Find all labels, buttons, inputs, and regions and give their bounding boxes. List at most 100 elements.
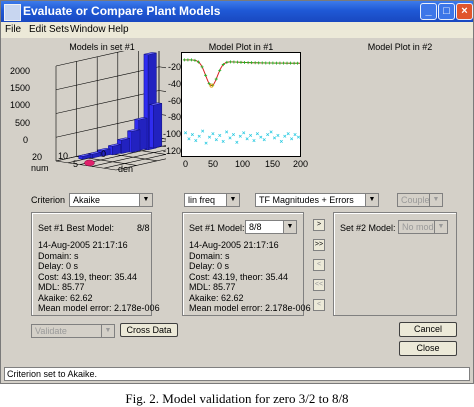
- move-left-button[interactable]: <: [313, 299, 325, 311]
- chevron-down-icon: ▼: [283, 221, 296, 233]
- status-bar: Criterion set to Akaike.: [4, 367, 470, 381]
- model-mean-error: Mean model error: 2.178e-006: [38, 303, 160, 313]
- error-point: [190, 132, 194, 137]
- error-point: [197, 134, 201, 138]
- model-date: 14-Aug-2005 21:17:16: [38, 240, 128, 250]
- title-bar: Evaluate or Compare Plant Models _ □ ×: [1, 1, 473, 22]
- data-point: [281, 61, 285, 65]
- data-point: [225, 60, 229, 64]
- menu-file[interactable]: File: [5, 24, 21, 35]
- plot2-area: [181, 52, 301, 157]
- best-model-details: 14-Aug-2005 21:17:16 Domain: s Delay: 0 …: [38, 240, 160, 314]
- copy-all-right-button[interactable]: >>: [313, 239, 325, 251]
- error-point: [225, 130, 229, 134]
- error-point: [286, 132, 290, 136]
- menu-bar: File Edit Sets Window Help: [1, 22, 473, 38]
- data-point: [253, 61, 257, 65]
- plot1-ztick: 1500: [10, 83, 31, 93]
- plot2-ytick: -20: [168, 62, 182, 72]
- chevron-down-icon: ▼: [365, 194, 378, 206]
- plot1-ztick: 2000: [10, 66, 31, 76]
- best-model-marker: [84, 159, 95, 167]
- error-point: [221, 139, 225, 143]
- minimize-button[interactable]: _: [420, 3, 437, 20]
- validate-dropdown[interactable]: Validate ▼: [31, 324, 115, 338]
- set1-model-dropdown[interactable]: 8/8 ▼: [245, 220, 297, 234]
- bar-front: [149, 104, 154, 149]
- error-point: [231, 132, 235, 137]
- plot1-xtick: 20: [32, 152, 43, 162]
- plot2-xtick: 100: [235, 159, 251, 169]
- data-point: [182, 58, 186, 62]
- set2-model-dropdown[interactable]: No model ▼: [398, 220, 448, 234]
- error-point: [204, 141, 208, 145]
- copy-left-button[interactable]: <: [313, 259, 325, 271]
- data-point: [264, 61, 268, 65]
- set2-model-header: Set #2 Model:: [340, 223, 396, 233]
- grid-line: [55, 42, 160, 67]
- model-cost: Cost: 43.19, theor: 35.44: [38, 271, 138, 282]
- menu-help[interactable]: Help: [108, 24, 129, 35]
- plot2-svg: [182, 58, 301, 145]
- error-point: [249, 133, 253, 137]
- close-icon: ×: [461, 5, 468, 17]
- error-point: [183, 131, 188, 135]
- plot2-ytick: -40: [168, 79, 182, 89]
- freq-dropdown[interactable]: lin freq ▼: [184, 193, 240, 207]
- error-point: [283, 134, 287, 138]
- data-point: [296, 61, 300, 65]
- criterion-value: Akaike: [73, 195, 101, 205]
- error-point: [201, 129, 205, 133]
- best-model-panel: Set #1 Best Model: 8/8 14-Aug-2005 21:17…: [31, 212, 160, 316]
- figure-caption: Fig. 2. Model validation for zero 3/2 to…: [125, 391, 349, 406]
- chevron-down-icon: ▼: [226, 194, 239, 206]
- data-point: [243, 60, 247, 64]
- menu-window[interactable]: Window: [70, 24, 106, 35]
- grid-line: [158, 90, 220, 100]
- maximize-button[interactable]: □: [438, 3, 455, 20]
- validate-value: Validate: [35, 326, 67, 336]
- error-point: [266, 132, 270, 137]
- copy-right-button[interactable]: >: [313, 219, 325, 231]
- set1-model-details: 14-Aug-2005 21:17:16 Domain: s Delay: 0 …: [189, 240, 311, 314]
- close-button[interactable]: Close: [399, 341, 457, 356]
- error-point: [293, 132, 297, 137]
- plot1-xtick: 10: [58, 151, 69, 161]
- error-point: [207, 135, 212, 139]
- data-point: [193, 58, 197, 62]
- data-point: [246, 61, 250, 65]
- menu-edit-sets[interactable]: Edit Sets: [29, 24, 69, 35]
- cancel-button[interactable]: Cancel: [399, 322, 457, 337]
- model-akaike: Akaike: 62.62: [189, 292, 244, 303]
- data-point: [239, 60, 243, 64]
- plot1-xtick: 5: [73, 159, 79, 169]
- error-point: [272, 136, 277, 140]
- display-dropdown[interactable]: TF Magnitudes + Errors ▼: [255, 193, 379, 207]
- coupled-dropdown[interactable]: Coupled ▼: [397, 193, 443, 207]
- grid-line: [55, 90, 160, 114]
- data-point: [214, 77, 218, 81]
- plot1-xlabel: num: [31, 163, 49, 173]
- grid-line: [55, 66, 160, 91]
- data-point: [189, 58, 193, 62]
- data-point: [271, 61, 275, 65]
- data-point: [204, 73, 208, 77]
- app-window: Evaluate or Compare Plant Models _ □ × F…: [0, 0, 474, 384]
- cross-data-button[interactable]: Cross Data: [120, 323, 178, 337]
- close-window-button[interactable]: ×: [456, 3, 473, 20]
- criterion-dropdown[interactable]: Akaike ▼: [69, 193, 153, 207]
- model-curve: [183, 59, 300, 87]
- copy-all-left-button[interactable]: <<: [313, 279, 325, 291]
- plot1-ztick: 1000: [10, 100, 31, 110]
- model-domain: Domain: s: [189, 250, 230, 261]
- grid-line: [158, 42, 220, 53]
- grid-line: [158, 66, 220, 77]
- model-mdl: MDL: 85.77: [189, 282, 236, 292]
- window-title: Evaluate or Compare Plant Models: [23, 4, 221, 18]
- plot1-ylabel: den: [118, 164, 134, 174]
- set1-model-value: 8/8: [249, 222, 262, 232]
- error-point: [214, 138, 218, 142]
- error-point: [290, 137, 294, 141]
- error-point: [269, 130, 273, 134]
- bar-side: [121, 138, 131, 154]
